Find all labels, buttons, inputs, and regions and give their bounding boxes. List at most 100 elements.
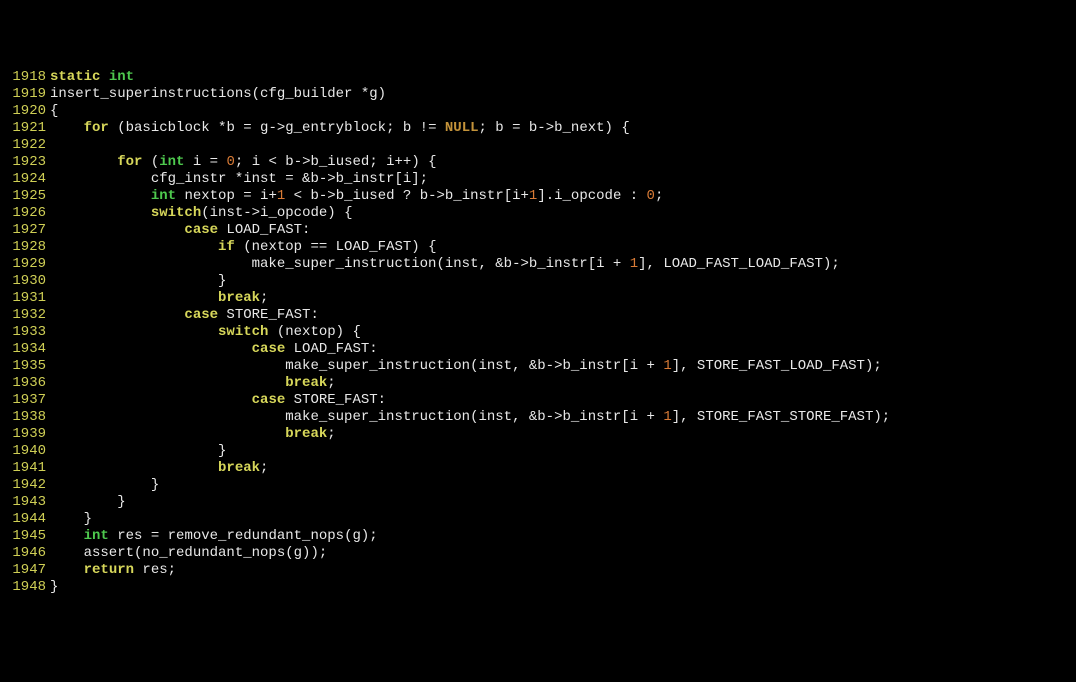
code-line: 1932 case STORE_FAST: xyxy=(0,307,1076,324)
code-token: ], LOAD_FAST_LOAD_FAST); xyxy=(638,256,840,272)
line-number: 1935 xyxy=(0,358,50,375)
code-token: ; xyxy=(260,460,268,476)
code-token: nextop = i+ xyxy=(176,188,277,204)
line-code: make_super_instruction(inst, &b->b_instr… xyxy=(50,256,1076,273)
line-code: case LOAD_FAST: xyxy=(50,222,1076,239)
code-token: (nextop) { xyxy=(268,324,360,340)
line-number: 1938 xyxy=(0,409,50,426)
code-token: STORE_FAST: xyxy=(285,392,386,408)
line-number: 1927 xyxy=(0,222,50,239)
code-token: assert(no_redundant_nops(g)); xyxy=(50,545,327,561)
code-line: 1926 switch(inst->i_opcode) { xyxy=(0,205,1076,222)
code-line: 1935 make_super_instruction(inst, &b->b_… xyxy=(0,358,1076,375)
code-token: 0 xyxy=(647,188,655,204)
code-token: (nextop == LOAD_FAST) { xyxy=(235,239,437,255)
line-code: { xyxy=(50,103,1076,120)
code-line: 1940 } xyxy=(0,443,1076,460)
code-token: break xyxy=(218,290,260,306)
code-token: int xyxy=(151,188,176,204)
code-token: int xyxy=(84,528,109,544)
code-token: ; xyxy=(655,188,663,204)
line-code: make_super_instruction(inst, &b->b_instr… xyxy=(50,409,1076,426)
line-number: 1928 xyxy=(0,239,50,256)
line-number: 1942 xyxy=(0,477,50,494)
line-code: switch (nextop) { xyxy=(50,324,1076,341)
code-token xyxy=(50,222,184,238)
code-line: 1942 } xyxy=(0,477,1076,494)
code-token: insert_superinstructions(cfg_builder *g) xyxy=(50,86,386,102)
line-code: for (basicblock *b = g->g_entryblock; b … xyxy=(50,120,1076,137)
code-token: switch xyxy=(218,324,268,340)
code-line: 1941 break; xyxy=(0,460,1076,477)
code-line: 1927 case LOAD_FAST: xyxy=(0,222,1076,239)
code-token xyxy=(50,120,84,136)
code-token: static xyxy=(50,69,100,85)
code-token: ].i_opcode : xyxy=(537,188,646,204)
code-line: 1939 break; xyxy=(0,426,1076,443)
code-token: { xyxy=(50,103,58,119)
code-line: 1931 break; xyxy=(0,290,1076,307)
line-number: 1919 xyxy=(0,86,50,103)
line-number: 1930 xyxy=(0,273,50,290)
line-code: } xyxy=(50,494,1076,511)
line-code: break; xyxy=(50,460,1076,477)
code-token: if xyxy=(218,239,235,255)
code-token: switch xyxy=(151,205,201,221)
line-number: 1945 xyxy=(0,528,50,545)
code-line: 1938 make_super_instruction(inst, &b->b_… xyxy=(0,409,1076,426)
code-token xyxy=(50,188,151,204)
line-code: } xyxy=(50,443,1076,460)
line-code: static int xyxy=(50,69,1076,86)
code-token: ( xyxy=(142,154,159,170)
code-token: make_super_instruction(inst, &b->b_instr… xyxy=(50,358,663,374)
code-token: ], STORE_FAST_STORE_FAST); xyxy=(672,409,890,425)
code-line: 1933 switch (nextop) { xyxy=(0,324,1076,341)
line-number: 1929 xyxy=(0,256,50,273)
code-token: } xyxy=(50,579,58,595)
line-number: 1948 xyxy=(0,579,50,596)
code-token: break xyxy=(285,426,327,442)
code-token: (basicblock *b = g->g_entryblock; b != xyxy=(109,120,445,136)
code-token xyxy=(50,341,252,357)
line-code xyxy=(50,137,1076,154)
code-token: } xyxy=(50,443,226,459)
code-line: 1919insert_superinstructions(cfg_builder… xyxy=(0,86,1076,103)
line-number: 1940 xyxy=(0,443,50,460)
code-line: 1928 if (nextop == LOAD_FAST) { xyxy=(0,239,1076,256)
line-number: 1922 xyxy=(0,137,50,154)
code-token: break xyxy=(218,460,260,476)
code-line: 1918static int xyxy=(0,69,1076,86)
code-token: NULL xyxy=(445,120,479,136)
code-line: 1937 case STORE_FAST: xyxy=(0,392,1076,409)
code-token: int xyxy=(159,154,184,170)
line-code: int res = remove_redundant_nops(g); xyxy=(50,528,1076,545)
code-token: ; i < b->b_iused; i++) { xyxy=(235,154,437,170)
line-number: 1939 xyxy=(0,426,50,443)
code-token: i = xyxy=(184,154,226,170)
code-token: LOAD_FAST: xyxy=(285,341,377,357)
code-token xyxy=(50,307,184,323)
line-number: 1932 xyxy=(0,307,50,324)
code-token: make_super_instruction(inst, &b->b_instr… xyxy=(50,409,663,425)
code-line: 1934 case LOAD_FAST: xyxy=(0,341,1076,358)
line-code: case STORE_FAST: xyxy=(50,307,1076,324)
code-line: 1920{ xyxy=(0,103,1076,120)
line-number: 1920 xyxy=(0,103,50,120)
code-token: < b->b_iused ? b->b_instr[i+ xyxy=(285,188,529,204)
line-code: for (int i = 0; i < b->b_iused; i++) { xyxy=(50,154,1076,171)
code-token: 1 xyxy=(663,358,671,374)
line-number: 1923 xyxy=(0,154,50,171)
code-token xyxy=(50,375,285,391)
line-number: 1937 xyxy=(0,392,50,409)
code-line: 1921 for (basicblock *b = g->g_entrybloc… xyxy=(0,120,1076,137)
code-token: for xyxy=(117,154,142,170)
code-token xyxy=(50,562,84,578)
code-token: res; xyxy=(134,562,176,578)
line-code: } xyxy=(50,511,1076,528)
code-line: 1943 } xyxy=(0,494,1076,511)
code-token: cfg_instr *inst = &b->b_instr[i]; xyxy=(50,171,428,187)
code-token: break xyxy=(285,375,327,391)
code-token xyxy=(50,154,117,170)
line-number: 1926 xyxy=(0,205,50,222)
line-number: 1933 xyxy=(0,324,50,341)
